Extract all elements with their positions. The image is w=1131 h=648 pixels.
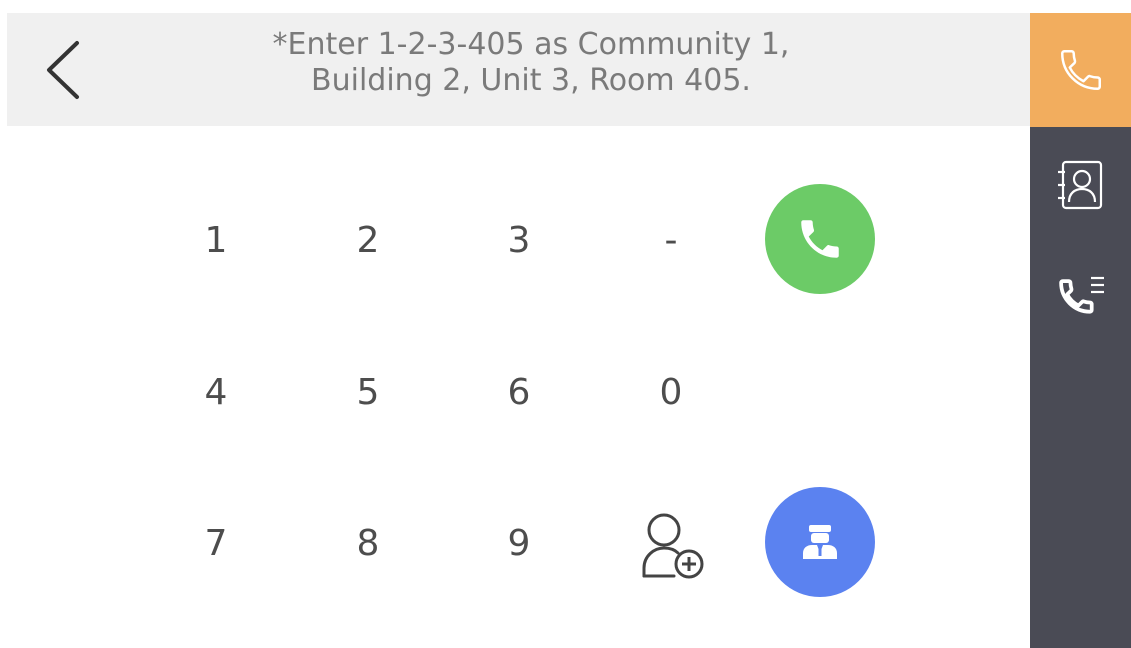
- chevron-left-icon: [47, 41, 79, 99]
- key-0[interactable]: 0: [621, 352, 721, 432]
- key-5[interactable]: 5: [318, 352, 418, 432]
- call-log-icon: [1058, 276, 1104, 314]
- key-9[interactable]: 9: [469, 503, 569, 583]
- call-button[interactable]: [765, 184, 875, 294]
- add-user-icon: [642, 513, 704, 579]
- key-dash[interactable]: -: [621, 200, 721, 280]
- phone-icon: [1060, 50, 1101, 90]
- room-format-hint: *Enter 1-2-3-405 as Community 1, Buildin…: [167, 27, 895, 99]
- contacts-icon: [1057, 160, 1102, 210]
- key-2[interactable]: 2: [318, 200, 418, 280]
- sidebar-nav: [1030, 13, 1131, 648]
- key-3[interactable]: 3: [469, 200, 569, 280]
- key-6[interactable]: 6: [469, 352, 569, 432]
- tab-contacts[interactable]: [1030, 149, 1131, 221]
- key-1[interactable]: 1: [166, 200, 266, 280]
- intercom-call-screen: *Enter 1-2-3-405 as Community 1, Buildin…: [0, 0, 1131, 648]
- tab-call[interactable]: [1030, 13, 1131, 127]
- security-guard-icon: [803, 525, 837, 559]
- key-8[interactable]: 8: [318, 503, 418, 583]
- call-management-button[interactable]: [765, 487, 875, 597]
- key-7[interactable]: 7: [166, 503, 266, 583]
- hint-line-1: *Enter 1-2-3-405 as Community 1,: [272, 27, 790, 62]
- add-contact-button[interactable]: [628, 504, 712, 584]
- phone-icon: [801, 220, 839, 258]
- tab-call-log[interactable]: [1030, 261, 1131, 333]
- key-4[interactable]: 4: [166, 352, 266, 432]
- header-bar: *Enter 1-2-3-405 as Community 1, Buildin…: [7, 13, 1030, 126]
- back-button[interactable]: [37, 39, 93, 101]
- hint-line-2: Building 2, Unit 3, Room 405.: [311, 63, 751, 98]
